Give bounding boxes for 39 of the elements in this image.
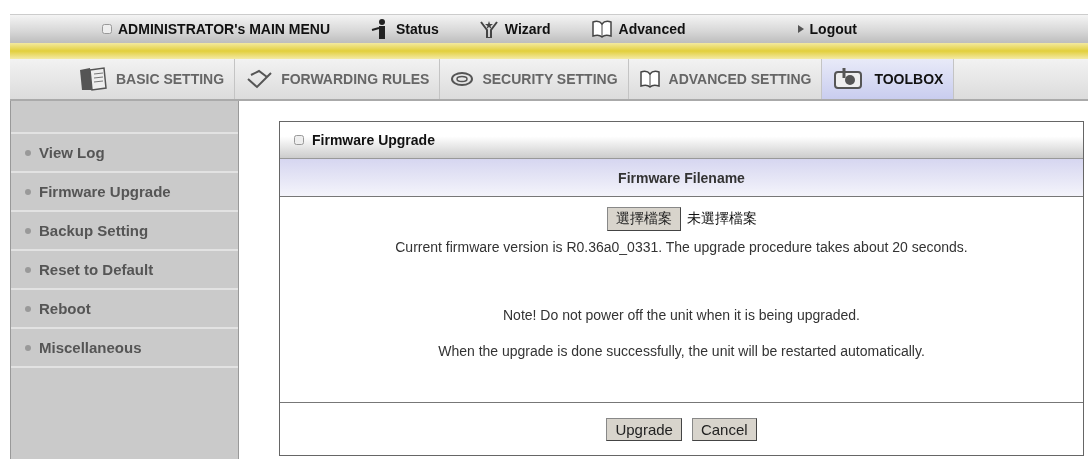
bullet-icon [25,227,31,234]
choose-file-button[interactable]: 選擇檔案 [606,207,681,231]
sidebar-item[interactable]: Miscellaneous [11,327,238,366]
nav-tab[interactable]: TOOLBOX [822,59,955,99]
form-button[interactable]: Cancel [691,417,757,441]
ring-icon [450,71,475,87]
square-icon [294,135,304,145]
main-menu-link[interactable]: Status [370,19,439,39]
book-icon [638,70,661,88]
nav-tab[interactable]: ADVANCED SETTING [628,59,823,99]
sidebar-item[interactable]: View Log [11,132,238,171]
bullet-icon [25,305,31,312]
sidebar-item[interactable]: Firmware Upgrade [11,171,238,210]
main-menu-link[interactable]: Logout [797,21,857,37]
sidebar-item[interactable]: Backup Setting [11,210,238,249]
nav-tab[interactable]: BASIC SETTING [68,59,236,99]
sidebar-item[interactable]: Reset to Default [11,249,238,288]
bullet-icon [25,188,31,195]
wizard-icon [478,20,499,38]
section-header: Firmware Filename [280,159,1083,197]
file-status: 未選擇檔案 [686,210,757,228]
triangle-icon [797,25,804,33]
form-button[interactable]: Upgrade [606,417,682,441]
bullet-icon [25,149,31,156]
nav-tab[interactable]: FORWARDING RULES [235,59,441,99]
main-menu-link[interactable]: Advanced [590,20,686,38]
main-menu-link[interactable]: ADMINISTRATOR's MAIN MENU [102,21,331,37]
book-icon [590,20,613,38]
note-text: When the upgrade is done successfully, the unit will be restarted automatically. [438,343,925,359]
square-icon [102,24,112,34]
folder-icon [78,66,108,92]
note-text: Note! Do not power off the unit when it is being upgraded. [503,307,860,323]
sidebar-item[interactable]: Reboot [11,288,238,327]
bullet-icon [25,344,31,351]
nav-tab[interactable]: SECURITY SETTING [440,59,629,99]
version-text: Current firmware version is R0.36a0_0331. The upgrade procedure takes about 20 seconds. [395,239,968,255]
bullet-icon [25,266,31,273]
panel-title: Firmware Upgrade [312,132,435,148]
main-menu-link[interactable]: Wizard [478,20,551,38]
